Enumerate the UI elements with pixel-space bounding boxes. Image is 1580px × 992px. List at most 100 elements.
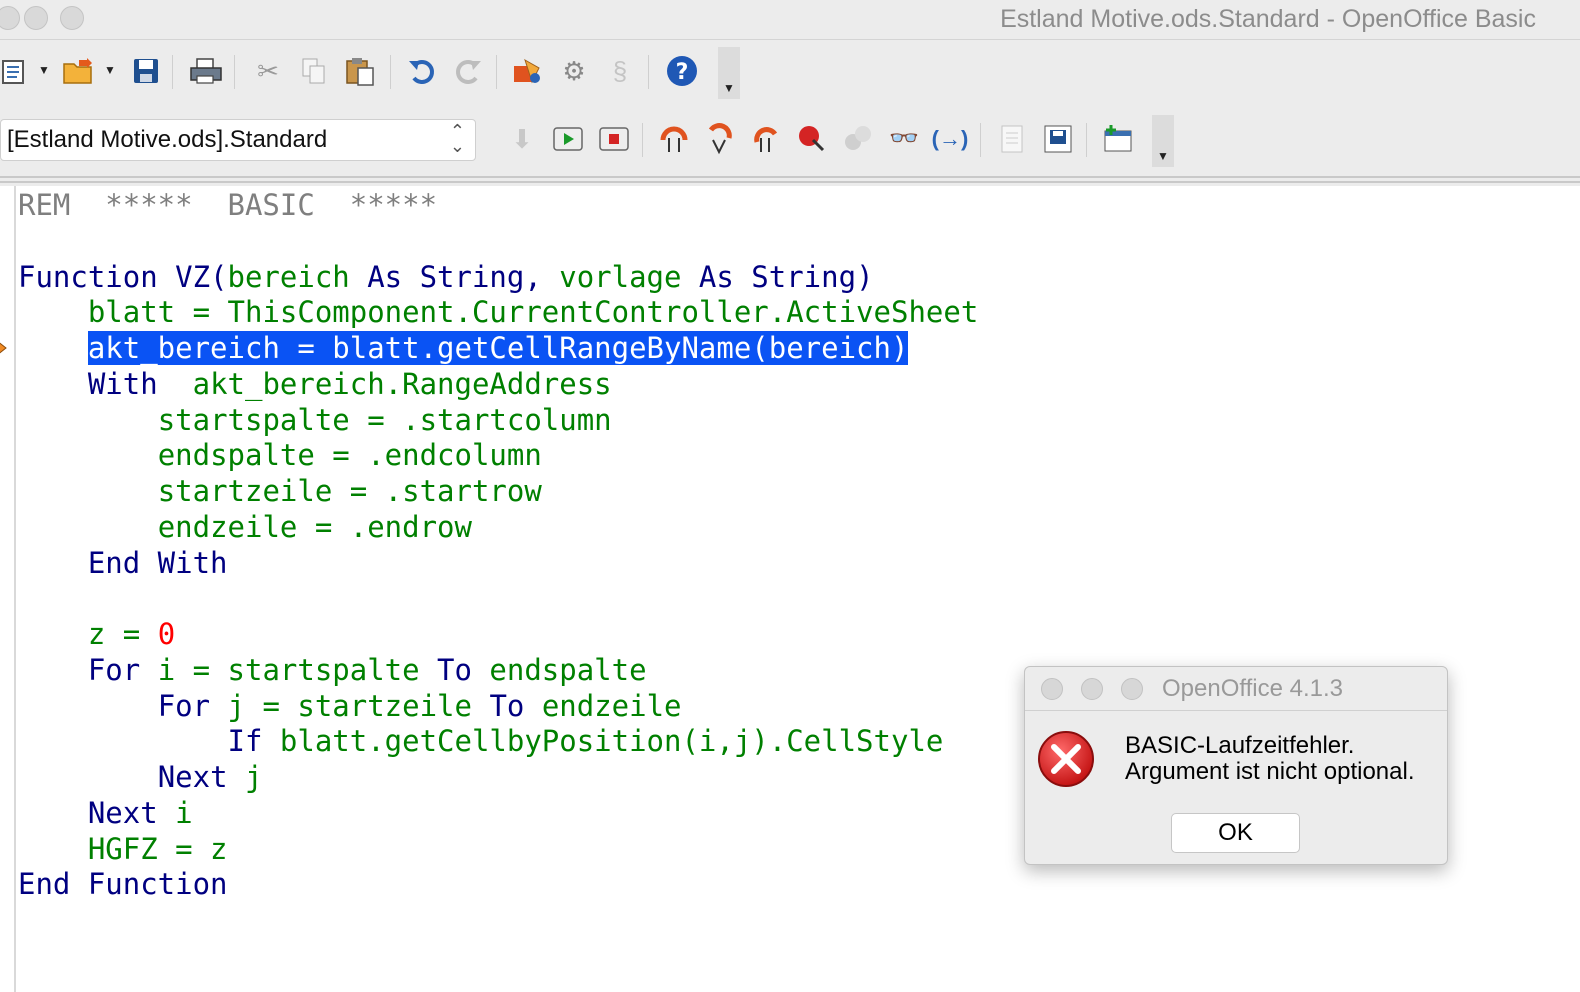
code-token: For — [157, 688, 211, 723]
toolbar-separator — [390, 55, 391, 89]
window-titlebar: Estland Motive.ods.Standard - OpenOffice… — [0, 0, 1580, 40]
step-over-icon[interactable] — [656, 121, 692, 157]
redo-icon[interactable] — [450, 53, 486, 89]
toolbar-divider — [0, 181, 1580, 183]
code-token: 0 — [157, 617, 176, 651]
code-token: Next — [87, 795, 158, 830]
code-line[interactable]: Function VZ(bereich As String, vorlage A… — [18, 260, 1580, 296]
library-select[interactable]: [Estland Motive.ods].Standard ⌃ ⌄ — [0, 119, 476, 161]
code-editor[interactable]: REM ***** BASIC ***** Function VZ(bereic… — [0, 186, 1580, 992]
code-token: startzeile = .startrow — [157, 474, 542, 508]
code-line[interactable]: REM ***** BASIC ***** — [18, 188, 1580, 224]
error-message: BASIC-Laufzeitfehler. Argument ist nicht… — [1125, 733, 1415, 785]
step-out-icon[interactable] — [748, 121, 784, 157]
code-line[interactable]: endzeile = .endrow — [18, 510, 1580, 546]
open-dropdown-arrow[interactable]: ▼ — [104, 63, 116, 77]
code-line[interactable]: akt_bereich = blatt.getCellRangeByName(b… — [18, 331, 1580, 367]
code-line[interactable]: With akt_bereich.RangeAddress — [18, 367, 1580, 403]
import-dialog-icon[interactable] — [1100, 121, 1136, 157]
window-title: Estland Motive.ods.Standard - OpenOffice… — [1000, 5, 1536, 33]
code-token: blatt = ThisComponent.CurrentController.… — [87, 295, 979, 330]
code-token: For — [87, 652, 141, 687]
manage-breakpoints-icon[interactable] — [840, 121, 876, 157]
save-icon[interactable] — [128, 53, 164, 89]
toolbar-overflow-button[interactable]: ▼ — [1152, 115, 1174, 167]
select-stepper-icon: ⌃ ⌄ — [449, 121, 465, 156]
code-token: akt_bereich.RangeAddress — [157, 366, 612, 401]
toolbar-overflow-button[interactable]: ▼ — [718, 47, 740, 99]
code-token: vorlage — [559, 259, 682, 294]
dialog-title: OpenOffice 4.1.3 — [1162, 675, 1344, 702]
dialog-close-button[interactable] — [1041, 678, 1063, 700]
code-token: End With — [87, 545, 228, 580]
new-document-icon[interactable] — [0, 53, 32, 89]
toolbar-separator — [172, 55, 173, 89]
new-dropdown-arrow[interactable]: ▼ — [38, 63, 50, 77]
error-message-line2: Argument ist nicht optional. — [1125, 758, 1415, 785]
run-icon[interactable] — [550, 121, 586, 157]
current-line-arrow-icon — [0, 342, 7, 354]
error-icon — [1038, 731, 1094, 787]
toolbar-separator — [642, 123, 643, 157]
paste-icon[interactable] — [342, 53, 378, 89]
select-module-icon[interactable] — [510, 53, 546, 89]
dialog-zoom-button[interactable] — [1121, 678, 1143, 700]
code-token: REM ***** BASIC ***** — [18, 188, 438, 222]
undo-icon[interactable] — [404, 53, 440, 89]
code-token: z = — [87, 617, 158, 651]
toolbar-separator — [1086, 123, 1087, 157]
svg-text:?: ? — [676, 60, 689, 85]
dialog-minimize-button[interactable] — [1081, 678, 1103, 700]
insert-source-icon[interactable] — [994, 121, 1030, 157]
step-into-icon[interactable] — [702, 121, 738, 157]
print-icon[interactable] — [188, 53, 224, 89]
toolbar-separator — [648, 55, 649, 89]
open-folder-icon[interactable] — [60, 53, 96, 89]
help-icon[interactable]: ? — [664, 53, 700, 89]
dialog-icon[interactable]: § — [602, 53, 638, 89]
code-line[interactable]: endspalte = .endcolumn — [18, 438, 1580, 474]
code-token: To — [489, 688, 525, 723]
find-parentheses-icon[interactable]: (→) — [932, 121, 969, 157]
breakpoint-icon[interactable] — [794, 121, 830, 157]
watch-icon[interactable]: 👓 — [886, 121, 922, 157]
code-line[interactable] — [18, 581, 1580, 617]
close-window-button[interactable] — [0, 6, 20, 30]
ok-button[interactable]: OK — [1171, 813, 1300, 853]
code-token: Function VZ( — [18, 259, 228, 294]
stop-icon[interactable] — [596, 121, 632, 157]
code-line[interactable]: End Function — [18, 867, 1580, 903]
error-dialog: OpenOffice 4.1.3 BASIC-Laufzeitfehler. A… — [1024, 666, 1448, 865]
code-token: startspalte = .startcolumn — [157, 402, 612, 437]
code-line[interactable]: End With — [18, 546, 1580, 582]
zoom-window-button[interactable] — [60, 6, 84, 30]
save-source-icon[interactable] — [1040, 121, 1076, 157]
library-select-value: [Estland Motive.ods].Standard — [7, 126, 328, 153]
minimize-window-button[interactable] — [24, 6, 48, 30]
code-line[interactable] — [18, 224, 1580, 260]
toolbar-separator — [496, 55, 497, 89]
copy-icon[interactable] — [296, 53, 332, 89]
macros-icon[interactable]: ⚙ — [556, 53, 592, 89]
highlighted-code: akt_bereich = blatt.getCellRangeByName(b… — [87, 331, 909, 365]
code-token: endspalte — [471, 652, 647, 687]
breakpoint-gutter[interactable] — [0, 186, 16, 992]
code-token: As String) — [681, 259, 874, 294]
toolbar-separator — [980, 123, 981, 157]
code-line[interactable]: blatt = ThisComponent.CurrentController.… — [18, 295, 1580, 331]
code-line[interactable]: startzeile = .startrow — [18, 474, 1580, 510]
code-line[interactable]: startspalte = .startcolumn — [18, 403, 1580, 439]
code-token: j = startzeile — [210, 688, 490, 723]
compile-icon[interactable]: ⬇ — [504, 121, 540, 157]
code-line[interactable]: z = 0 — [18, 617, 1580, 653]
cut-icon[interactable]: ✂ — [250, 53, 286, 89]
code-token: If — [227, 724, 263, 759]
